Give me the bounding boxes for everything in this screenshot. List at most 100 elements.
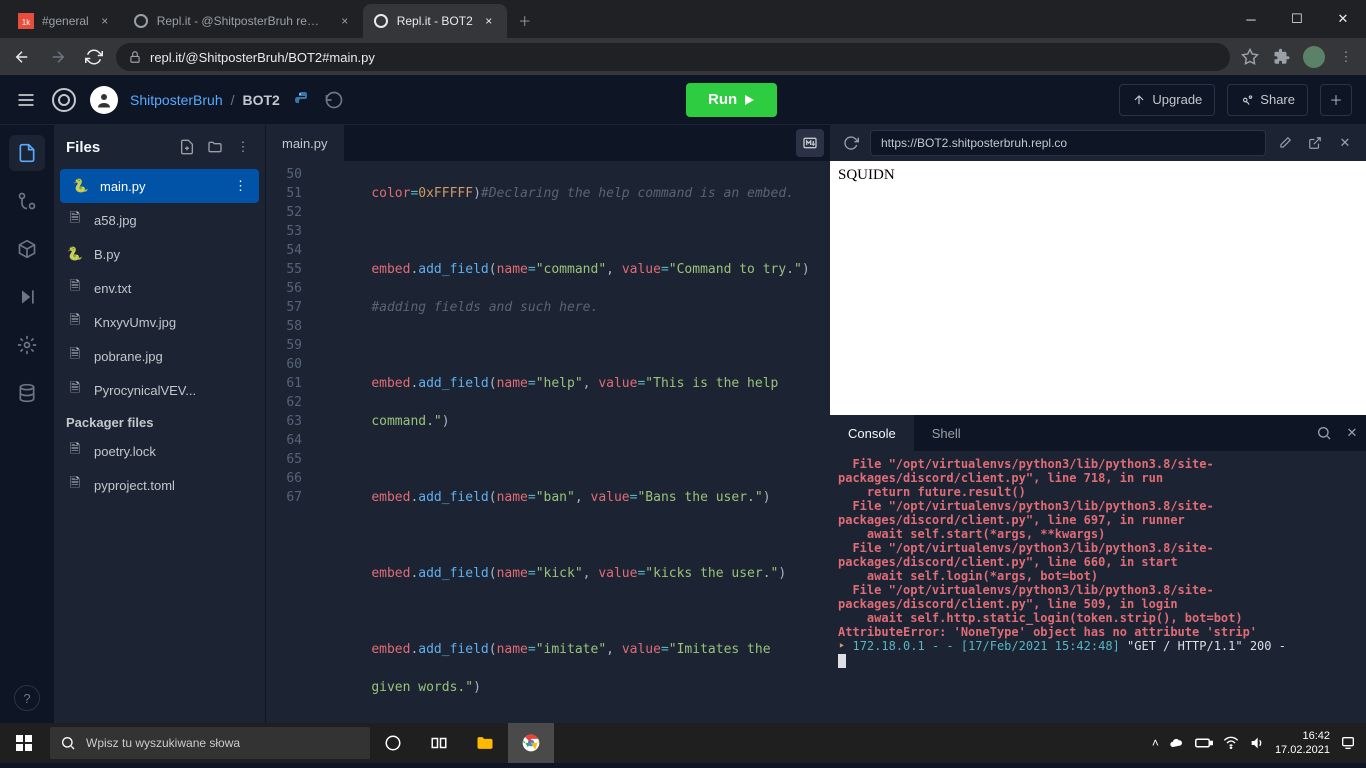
url-text: https://BOT2.shitposterbruh.repl.co (881, 136, 1067, 150)
discord-icon: 1k (18, 13, 34, 29)
help-icon[interactable]: ? (14, 685, 40, 711)
share-label: Share (1260, 92, 1295, 107)
battery-icon[interactable] (1195, 737, 1213, 749)
volume-icon[interactable] (1249, 735, 1265, 751)
reload-icon[interactable] (840, 132, 862, 154)
file-icon: 🗎 (66, 474, 84, 496)
file-item[interactable]: 🗎poetry.lock (54, 434, 265, 468)
cortana-icon[interactable] (370, 723, 416, 763)
reload-button[interactable] (80, 43, 108, 71)
close-button[interactable]: ✕ (1320, 4, 1366, 34)
new-folder-icon[interactable] (205, 137, 225, 157)
replit-logo-icon[interactable] (50, 86, 78, 114)
file-item[interactable]: 🗎a58.jpg (54, 203, 265, 237)
notifications-icon[interactable] (1340, 735, 1356, 751)
browser-tabs: 1k #general × Repl.it - @ShitposterBruh … (0, 0, 1228, 38)
open-external-icon[interactable] (1304, 132, 1326, 154)
forward-button[interactable] (44, 43, 72, 71)
code[interactable]: color=0xFFFFF)#Declaring the help comman… (312, 161, 830, 723)
extensions-icon[interactable] (1270, 45, 1294, 69)
tab-general[interactable]: 1k #general × (8, 4, 123, 38)
close-icon[interactable]: × (337, 13, 353, 29)
profile-icon[interactable] (1302, 45, 1326, 69)
file-icon: 🗎 (66, 440, 84, 462)
search-input[interactable]: Wpisz tu wyszukiwane słowa (50, 727, 370, 759)
markdown-preview-icon[interactable] (796, 129, 824, 157)
history-icon[interactable] (324, 90, 344, 110)
chrome-window: 1k #general × Repl.it - @ShitposterBruh … (0, 0, 1366, 75)
more-icon[interactable]: ⋮ (234, 178, 247, 194)
replit-icon (373, 13, 389, 29)
owner-link[interactable]: ShitposterBruh (130, 92, 223, 108)
menu-icon[interactable] (14, 88, 38, 112)
files-icon[interactable] (9, 135, 45, 171)
file-item[interactable]: 🗎PyrocynicalVEV... (54, 373, 265, 407)
close-icon[interactable]: ✕ (1334, 132, 1356, 154)
run-label: Run (708, 91, 737, 108)
start-button[interactable] (0, 723, 48, 763)
code-area[interactable]: 505152535455565758596061626364656667 col… (266, 161, 830, 723)
window-controls: ─ ☐ ✕ (1228, 4, 1366, 34)
run-button[interactable]: Run (686, 83, 777, 117)
clock[interactable]: 16:42 17.02.2021 (1275, 729, 1330, 757)
file-item-main-py[interactable]: 🐍main.py⋮ (60, 169, 259, 203)
editor-tab-main[interactable]: main.py (266, 125, 344, 161)
tab-console[interactable]: Console (830, 415, 914, 451)
explorer-icon[interactable] (462, 723, 508, 763)
maximize-button[interactable]: ☐ (1274, 4, 1320, 34)
minimize-button[interactable]: ─ (1228, 4, 1274, 34)
file-icon: 🗎 (66, 345, 84, 367)
url-input[interactable]: repl.it/@ShitposterBruh/BOT2#main.py (116, 43, 1230, 71)
avatar[interactable] (90, 86, 118, 114)
tab-replit-bot2[interactable]: Repl.it - BOT2 × (363, 4, 507, 38)
clear-icon[interactable]: ✕ (1338, 419, 1366, 447)
taskbar: Wpisz tu wyszukiwane słowa ˄ 16:42 17.02… (0, 723, 1366, 763)
database-icon[interactable] (9, 375, 45, 411)
file-item[interactable]: 🗎env.txt (54, 271, 265, 305)
bookmark-icon[interactable] (1238, 45, 1262, 69)
packages-icon[interactable] (9, 231, 45, 267)
address-bar: repl.it/@ShitposterBruh/BOT2#main.py ⋮ (0, 38, 1366, 75)
search-icon[interactable] (1310, 419, 1338, 447)
tray-expand-icon[interactable]: ˄ (1152, 736, 1159, 750)
webview[interactable]: SQUIDN (830, 161, 1366, 415)
gutter: 505152535455565758596061626364656667 (266, 161, 312, 723)
tab-replit-remove[interactable]: Repl.it - @ShitposterBruh remove × (123, 4, 363, 38)
edit-icon[interactable] (1274, 132, 1296, 154)
replit-icon (133, 13, 149, 29)
replit-app: ShitposterBruh / BOT2 Run Upgrade Share … (0, 75, 1366, 723)
settings-icon[interactable] (9, 327, 45, 363)
debugger-icon[interactable] (9, 279, 45, 315)
file-icon: 🗎 (66, 311, 84, 333)
new-tab-button[interactable]: ＋ (511, 6, 539, 34)
vcs-icon[interactable] (9, 183, 45, 219)
close-icon[interactable]: × (481, 13, 497, 29)
replit-body: ? Files ⋮ 🐍main.py⋮ 🗎a58.jpg 🐍B.py 🗎env.… (0, 125, 1366, 723)
webview-url[interactable]: https://BOT2.shitposterbruh.repl.co (870, 130, 1266, 156)
file-item[interactable]: 🗎pyproject.toml (54, 468, 265, 502)
new-file-icon[interactable] (177, 137, 197, 157)
project-name[interactable]: BOT2 (243, 92, 280, 108)
console[interactable]: File "/opt/virtualenvs/python3/lib/pytho… (830, 451, 1366, 723)
more-icon[interactable]: ⋮ (233, 137, 253, 157)
file-item[interactable]: 🗎pobrane.jpg (54, 339, 265, 373)
file-item[interactable]: 🐍B.py (54, 237, 265, 271)
packager-label: Packager files (54, 407, 265, 434)
taskview-icon[interactable] (416, 723, 462, 763)
chrome-icon[interactable] (508, 723, 554, 763)
share-button[interactable]: Share (1227, 84, 1308, 116)
onedrive-icon[interactable] (1169, 735, 1185, 751)
editor: main.py 50515253545556575859606162636465… (266, 125, 830, 723)
close-icon[interactable]: × (97, 13, 113, 29)
wifi-icon[interactable] (1223, 735, 1239, 751)
add-button[interactable]: ＋ (1320, 84, 1352, 116)
upgrade-button[interactable]: Upgrade (1119, 84, 1215, 116)
file-icon: 🗎 (66, 277, 84, 299)
files-title: Files (66, 139, 169, 156)
tab-shell[interactable]: Shell (914, 415, 979, 451)
chrome-menu-icon[interactable]: ⋮ (1334, 45, 1358, 69)
back-button[interactable] (8, 43, 36, 71)
file-item[interactable]: 🗎KnxyvUmv.jpg (54, 305, 265, 339)
tab-label: Repl.it - BOT2 (397, 14, 473, 28)
python-icon: 🐍 (66, 246, 84, 262)
